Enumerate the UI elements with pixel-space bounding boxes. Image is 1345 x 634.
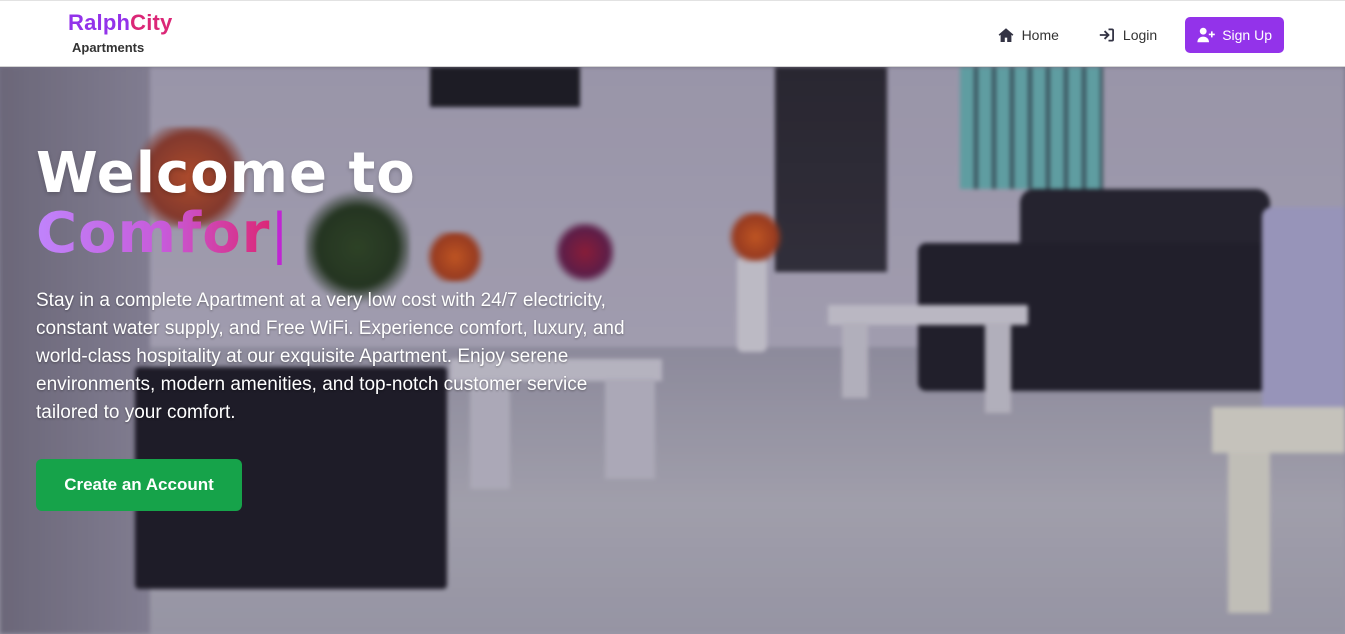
brand-name-part2: City xyxy=(130,10,173,35)
signup-label: Sign Up xyxy=(1222,27,1272,43)
typing-cursor: | xyxy=(270,202,289,265)
nav-login-label: Login xyxy=(1122,27,1158,43)
signup-button[interactable]: Sign Up xyxy=(1185,17,1284,53)
home-icon xyxy=(998,28,1013,42)
nav-home-label: Home xyxy=(1021,27,1059,43)
hero-description: Stay in a complete Apartment at a very l… xyxy=(36,290,625,423)
brand-logo[interactable]: RalphCity Apartments xyxy=(68,9,173,56)
main-nav: Home Login Sign Up xyxy=(984,17,1284,53)
nav-login-link[interactable]: Login xyxy=(1085,17,1171,53)
hero-typed-line: Comfor| xyxy=(36,203,656,265)
navbar: RalphCity Apartments Home Login Sign Up xyxy=(0,0,1345,67)
sign-in-icon xyxy=(1099,28,1114,42)
user-plus-icon xyxy=(1197,27,1215,43)
hero-section: Welcome to Comfor| Stay in a complete Ap… xyxy=(0,67,1345,634)
hero-title: Welcome to xyxy=(36,141,416,206)
brand-subtitle: Apartments xyxy=(72,40,145,55)
brand-name: RalphCity xyxy=(68,9,173,37)
nav-home-link[interactable]: Home xyxy=(984,17,1073,53)
hero-typed-text: Comfor xyxy=(36,201,271,266)
hero-content: Welcome to Comfor| Stay in a complete Ap… xyxy=(36,145,656,511)
create-account-button[interactable]: Create an Account xyxy=(36,459,242,511)
brand-name-part1: Ralph xyxy=(68,10,131,35)
